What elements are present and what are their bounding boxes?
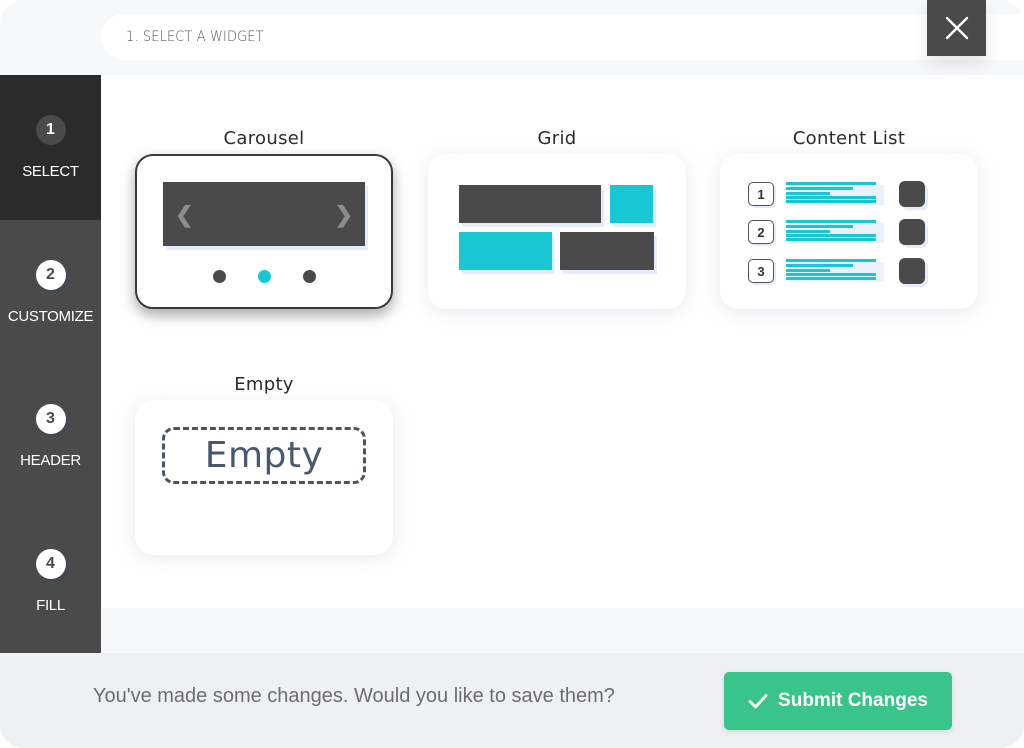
step-header: 1. SELECT A WIDGET (101, 14, 1024, 60)
unsaved-changes-message: You've made some changes. Would you like… (93, 685, 615, 707)
sidebar-item-label: HEADER (20, 452, 81, 469)
empty-card[interactable]: Empty (135, 400, 393, 555)
list-number-badge: 1 (748, 182, 774, 206)
list-text-lines (786, 220, 884, 243)
carousel-dot (303, 270, 316, 283)
carousel-card[interactable]: ❮ ❯ (135, 154, 393, 309)
close-button[interactable] (927, 0, 986, 56)
content-list-card[interactable]: 1 2 3 (720, 154, 978, 309)
widget-wizard-modal: 1. SELECT A WIDGET 1 SELECT 2 CUSTOMIZE … (0, 0, 1024, 748)
carousel-slide-preview: ❮ ❯ (163, 182, 365, 246)
grid-card[interactable] (428, 154, 686, 309)
widget-option-content-list[interactable]: Content List 1 2 3 (720, 128, 978, 309)
save-changes-footer: You've made some changes. Would you like… (0, 653, 1024, 748)
widget-title: Carousel (223, 128, 305, 149)
step-number-badge: 4 (35, 549, 66, 579)
step-title: 1. SELECT A WIDGET (126, 29, 264, 45)
grid-block (610, 185, 653, 223)
submit-changes-label: Submit Changes (778, 690, 928, 711)
chevron-right-icon: ❯ (334, 202, 353, 227)
carousel-dot-active (258, 270, 271, 283)
step-number-badge: 3 (35, 404, 66, 434)
step-number-badge: 2 (35, 260, 66, 290)
submit-changes-button[interactable]: Submit Changes (724, 672, 952, 730)
widget-option-empty[interactable]: Empty Empty (135, 374, 393, 555)
sidebar-item-label: CUSTOMIZE (7, 308, 94, 325)
check-icon (748, 694, 768, 709)
sidebar-item-header[interactable]: 3 HEADER (0, 364, 101, 509)
chevron-left-icon: ❮ (175, 202, 194, 227)
empty-placeholder-text: Empty (204, 435, 324, 476)
grid-block (459, 232, 552, 270)
close-icon (945, 16, 968, 40)
widget-option-grid[interactable]: Grid (428, 128, 686, 309)
sidebar-item-customize[interactable]: 2 CUSTOMIZE (0, 220, 101, 365)
widget-title: Grid (537, 128, 577, 149)
step-number-badge: 1 (35, 115, 66, 145)
list-number-badge: 3 (748, 259, 774, 283)
list-number-badge: 2 (748, 220, 774, 244)
sidebar-item-label: SELECT (22, 163, 79, 180)
sidebar-item-select[interactable]: 1 SELECT (0, 75, 101, 220)
list-text-lines (786, 259, 884, 282)
widget-title: Empty (234, 374, 294, 395)
sidebar-item-fill[interactable]: 4 FILL (0, 509, 101, 654)
grid-block (560, 232, 654, 270)
widget-selection-panel: Carousel ❮ ❯ Grid Content List 1 2 3 Emp… (101, 75, 1024, 608)
list-text-lines (786, 182, 884, 205)
carousel-dot (213, 270, 226, 283)
wizard-steps-sidebar: 1 SELECT 2 CUSTOMIZE 3 HEADER 4 FILL (0, 75, 101, 653)
list-thumbnail (899, 219, 925, 245)
list-thumbnail (899, 258, 925, 284)
grid-block (459, 185, 601, 223)
widget-option-carousel[interactable]: Carousel ❮ ❯ (135, 128, 393, 309)
widget-title: Content List (792, 128, 906, 149)
list-thumbnail (899, 181, 925, 207)
empty-placeholder-box: Empty (162, 427, 366, 484)
sidebar-item-label: FILL (36, 597, 65, 614)
